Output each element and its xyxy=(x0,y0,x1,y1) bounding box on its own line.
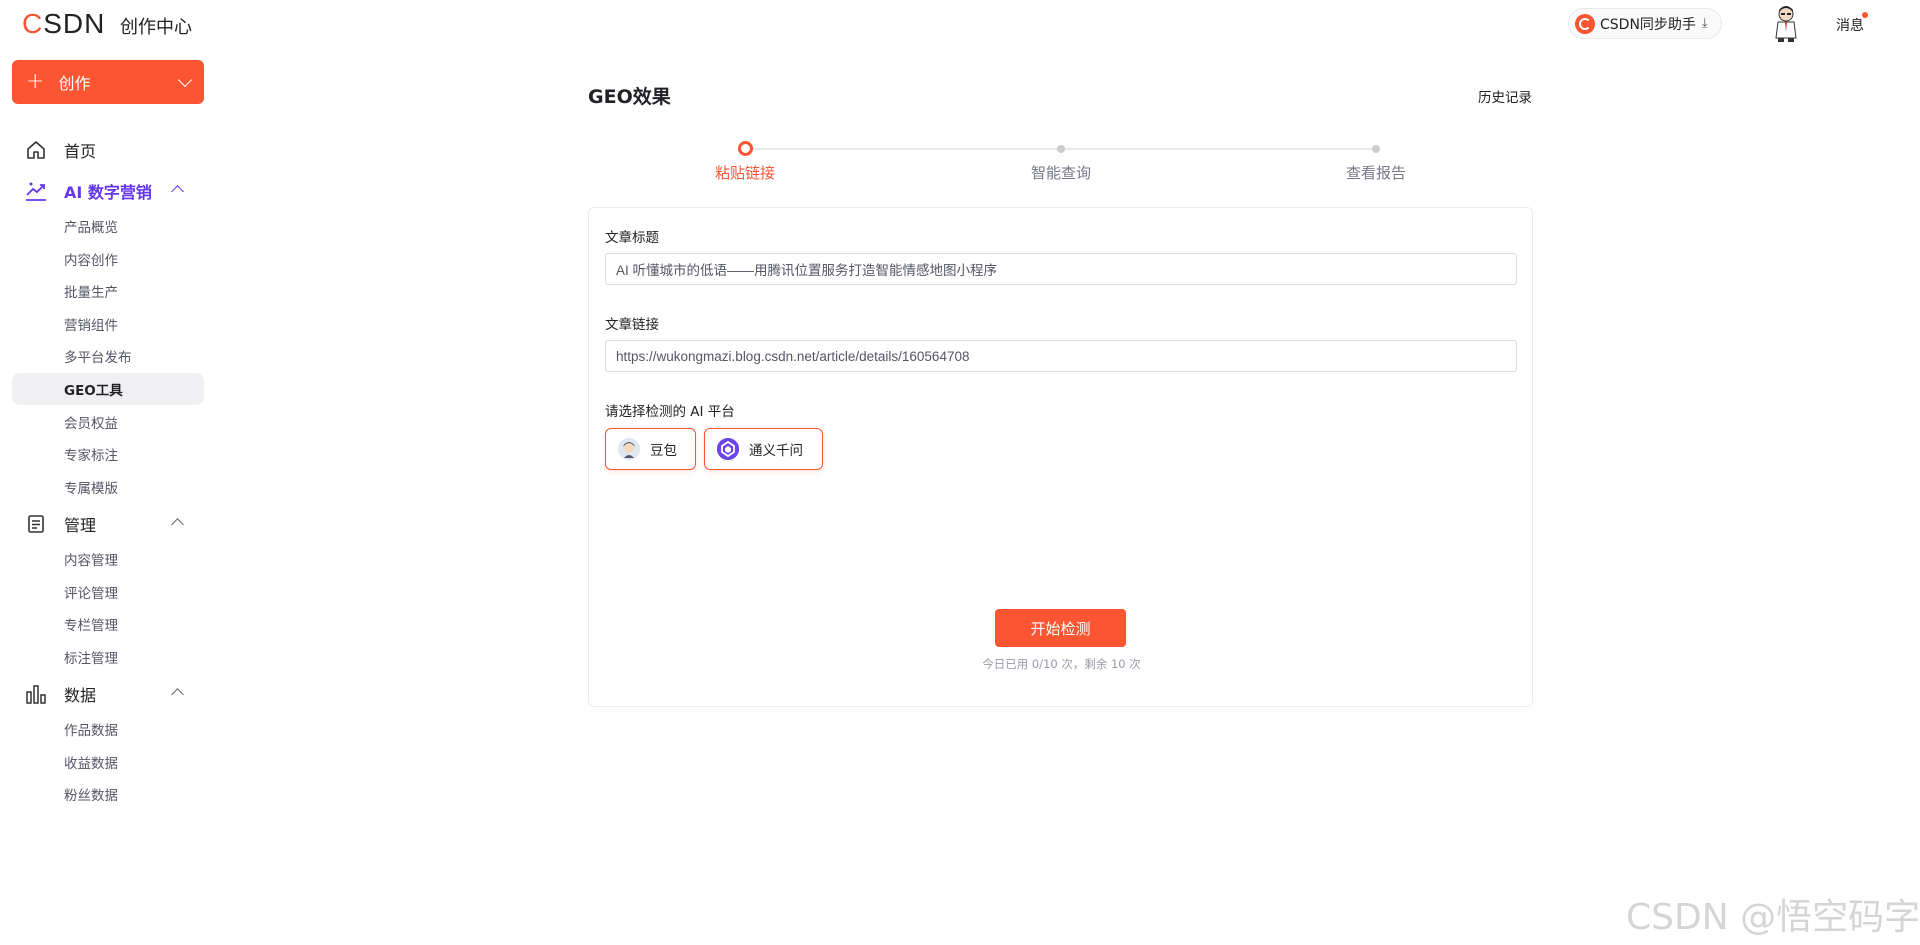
platform-select-label: 请选择检测的 AI 平台 xyxy=(605,404,735,420)
sync-assistant-button[interactable]: CSDN同步助手 ⤓ xyxy=(1568,8,1722,39)
chevron-up-icon xyxy=(171,688,184,701)
sidebar-section-label: 管理 xyxy=(64,516,97,535)
trend-chart-icon xyxy=(24,179,48,203)
bar-chart-icon xyxy=(24,682,48,706)
top-bar: CSDN 创作中心 CSDN同步助手 ⤓ 消息 xyxy=(0,0,1920,46)
watermark: CSDN @悟空码字 xyxy=(1626,897,1920,938)
step-paste-link: 粘贴链接 xyxy=(714,164,775,182)
unread-badge xyxy=(1862,12,1868,18)
sidebar-section-manage[interactable]: 管理 xyxy=(12,506,204,542)
platform-label: 豆包 xyxy=(650,443,677,459)
article-link-input[interactable]: https://wukongmazi.blog.csdn.net/article… xyxy=(605,340,1517,372)
step-smart-query: 智能查询 xyxy=(1030,164,1091,182)
sidebar-item-annotation-manage[interactable]: 标注管理 xyxy=(12,641,204,673)
geo-form-card: 文章标题 AI 听懂城市的低语——用腾讯位置服务打造智能情感地图小程序 文章链接… xyxy=(588,207,1533,707)
sidebar-item-member-benefits[interactable]: 会员权益 xyxy=(12,406,204,438)
plus-icon: + xyxy=(26,69,45,94)
messages-link[interactable]: 消息 xyxy=(1836,15,1864,35)
sidebar-item-exclusive-templates[interactable]: 专属模版 xyxy=(12,471,204,503)
create-label: 创作 xyxy=(58,74,91,93)
sidebar-item-expert-annotation[interactable]: 专家标注 xyxy=(12,438,204,470)
step-dot-active xyxy=(738,141,753,156)
tongyi-logo-icon xyxy=(717,438,739,460)
sync-assistant-icon xyxy=(1575,13,1595,34)
usage-quota-text: 今日已用 0/10 次，剩余 10 次 xyxy=(982,657,1141,671)
progress-steps: 粘贴链接 智能查询 查看报告 xyxy=(588,140,1532,190)
create-button[interactable]: + 创作 xyxy=(12,60,204,104)
page-title: GEO效果 xyxy=(588,86,671,108)
home-icon xyxy=(24,138,48,162)
sidebar-item-geo-tools[interactable]: GEO工具 xyxy=(12,373,204,405)
sync-assistant-label: CSDN同步助手 xyxy=(1600,16,1696,33)
sidebar-section-label: AI 数字营销 xyxy=(64,183,152,202)
sidebar-section-label: 数据 xyxy=(64,686,97,705)
article-link-label: 文章链接 xyxy=(605,317,659,333)
platform-option-doubao[interactable]: 豆包 xyxy=(605,428,696,470)
step-dot xyxy=(1057,145,1065,153)
download-icon: ⤓ xyxy=(1701,16,1708,31)
sidebar-item-multi-platform-publish[interactable]: 多平台发布 xyxy=(12,340,204,372)
sidebar-item-work-data[interactable]: 作品数据 xyxy=(12,713,204,745)
doubao-avatar-icon xyxy=(618,438,640,460)
start-detection-button[interactable]: 开始检测 xyxy=(995,609,1126,647)
sidebar-item-column-manage[interactable]: 专栏管理 xyxy=(12,608,204,640)
creation-center-title: 创作中心 xyxy=(120,17,192,38)
history-link[interactable]: 历史记录 xyxy=(1478,86,1532,106)
chevron-down-icon xyxy=(177,72,193,88)
sidebar-section-ai-marketing[interactable]: AI 数字营销 xyxy=(12,173,204,209)
article-title-input[interactable]: AI 听懂城市的低语——用腾讯位置服务打造智能情感地图小程序 xyxy=(605,253,1517,285)
sidebar-section-data[interactable]: 数据 xyxy=(12,676,204,712)
sidebar-item-product-overview[interactable]: 产品概览 xyxy=(12,210,204,242)
sidebar-item-revenue-data[interactable]: 收益数据 xyxy=(12,746,204,778)
csdn-logo[interactable]: CSDN xyxy=(22,8,105,40)
sidebar-item-marketing-components[interactable]: 营销组件 xyxy=(12,308,204,340)
step-dot xyxy=(1372,145,1380,153)
sidebar-item-fans-data[interactable]: 粉丝数据 xyxy=(12,778,204,810)
sidebar-item-comment-manage[interactable]: 评论管理 xyxy=(12,576,204,608)
step-connector xyxy=(745,148,1057,150)
sidebar-item-label: 首页 xyxy=(64,142,97,161)
chevron-up-icon xyxy=(171,185,184,198)
sidebar-item-home[interactable]: 首页 xyxy=(12,132,204,168)
step-view-report: 查看报告 xyxy=(1345,164,1406,182)
step-connector xyxy=(1060,148,1376,150)
sidebar-item-content-manage[interactable]: 内容管理 xyxy=(12,543,204,575)
sidebar-item-batch-production[interactable]: 批量生产 xyxy=(12,275,204,307)
chevron-up-icon xyxy=(171,518,184,531)
user-avatar[interactable] xyxy=(1770,4,1802,42)
article-title-label: 文章标题 xyxy=(605,230,659,246)
document-icon xyxy=(24,512,48,536)
sidebar-item-content-creation[interactable]: 内容创作 xyxy=(12,243,204,275)
platform-label: 通义千问 xyxy=(749,443,803,459)
platform-option-tongyi[interactable]: 通义千问 xyxy=(704,428,823,470)
sidebar: + 创作 首页 AI 数字营销 产品概览 内容创作 批量生产 营销组件 多平台发… xyxy=(0,46,216,945)
